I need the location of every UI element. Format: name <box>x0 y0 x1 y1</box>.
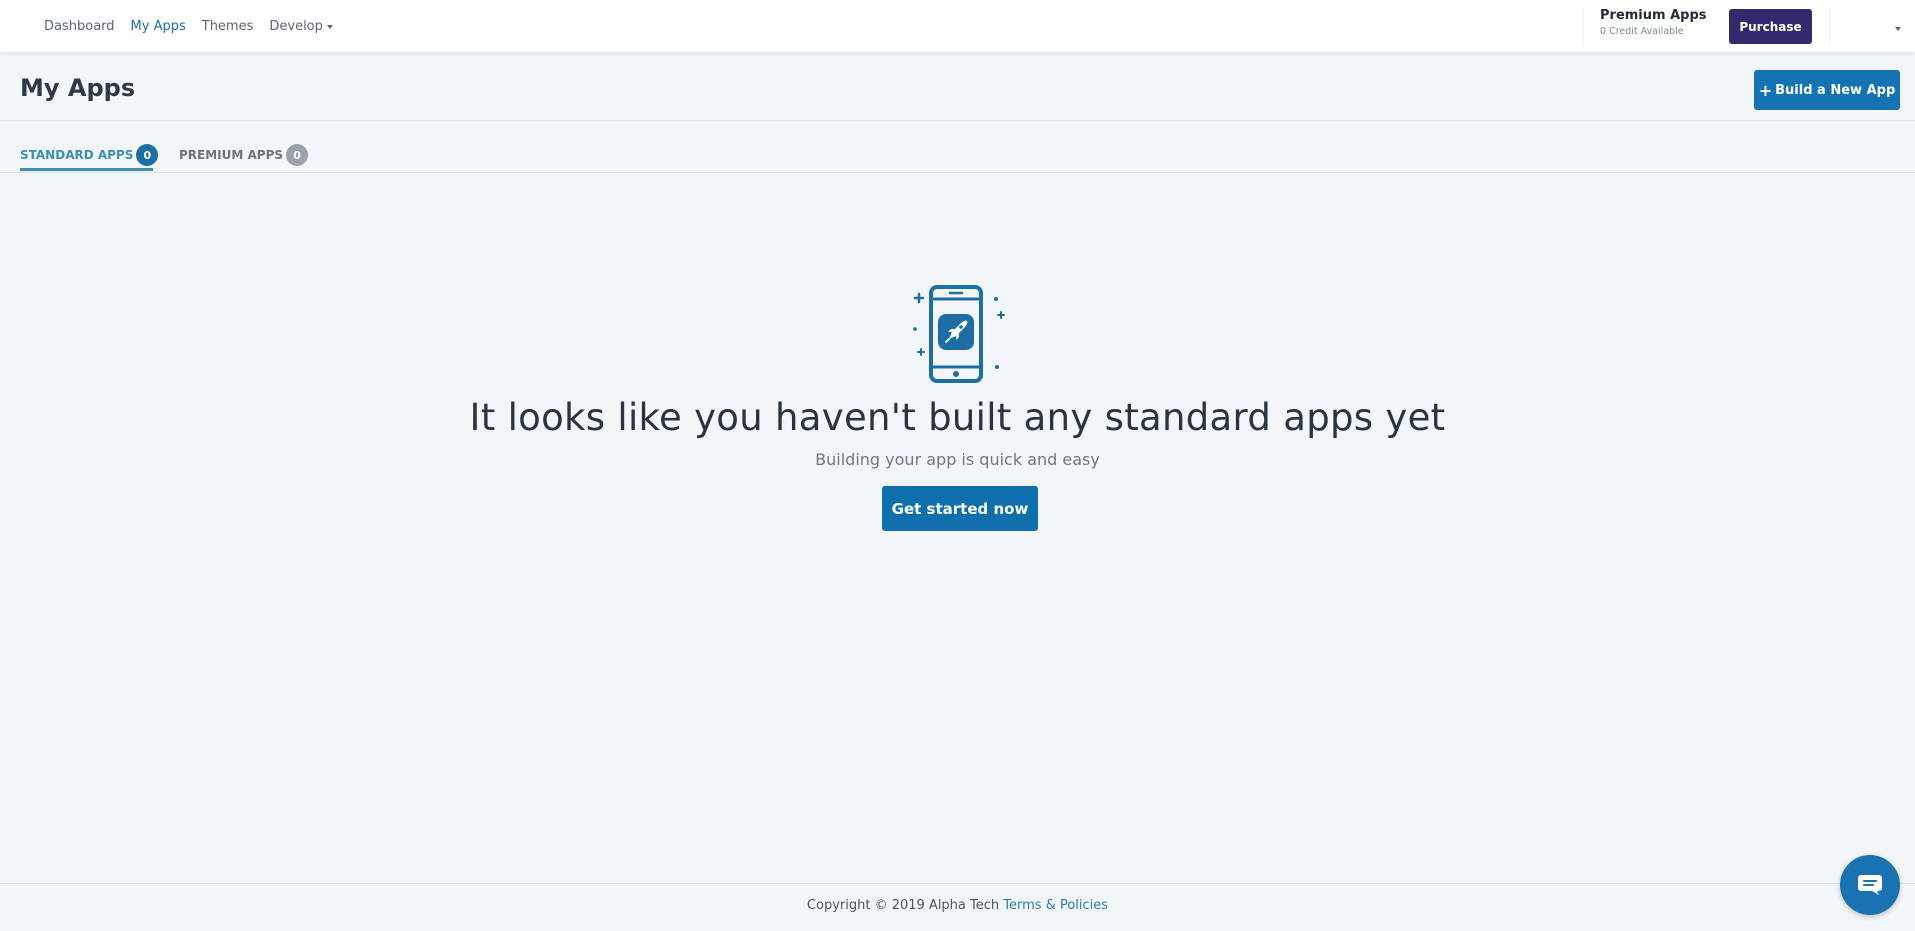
active-tab-indicator <box>20 168 153 171</box>
copyright-text: Copyright © 2019 Alpha Tech <box>806 898 1000 913</box>
tab-premium-apps[interactable]: PREMIUM APPS 0 <box>179 138 309 172</box>
nav-dashboard[interactable]: Dashboard <box>44 19 115 34</box>
chat-button[interactable] <box>1840 855 1900 915</box>
user-menu-chevron-icon <box>1895 27 1901 31</box>
chevron-down-icon <box>326 24 333 29</box>
nav-themes[interactable]: Themes <box>202 19 254 34</box>
premium-apps-title: Premium Apps <box>1600 8 1707 23</box>
tabs-divider <box>0 172 1915 173</box>
page-title: My Apps <box>20 74 136 102</box>
chat-icon <box>1858 875 1882 895</box>
empty-state-subline: Building your app is quick and easy <box>815 450 1100 469</box>
empty-state-headline: It looks like you haven't built any stan… <box>469 396 1446 439</box>
tab-premium-apps-count: 0 <box>286 144 309 166</box>
nav-develop-label: Develop <box>269 19 323 34</box>
phone-rocket-icon <box>913 285 1005 383</box>
footer: Copyright © 2019 Alpha Tech Terms & Poli… <box>0 898 1915 913</box>
purchase-button[interactable]: Purchase <box>1729 9 1812 44</box>
credit-available: 0 Credit Available <box>1600 26 1684 37</box>
footer-divider <box>0 883 1915 884</box>
tab-premium-apps-label: PREMIUM APPS <box>179 148 284 162</box>
build-new-app-button[interactable]: + Build a New App <box>1754 70 1900 110</box>
terms-policies-link[interactable]: Terms & Policies <box>1003 898 1108 913</box>
tab-standard-apps-count: 0 <box>136 144 159 166</box>
tab-standard-apps[interactable]: STANDARD APPS 0 <box>20 138 159 172</box>
plus-icon: + <box>1758 80 1773 100</box>
main-nav: Dashboard My Apps Themes Develop <box>44 0 349 53</box>
get-started-button[interactable]: Get started now <box>882 486 1038 531</box>
top-navbar: Dashboard My Apps Themes Develop Premium… <box>0 0 1915 53</box>
tab-standard-apps-label: STANDARD APPS <box>20 148 134 162</box>
build-new-app-label: Build a New App <box>1775 82 1896 98</box>
nav-develop[interactable]: Develop <box>269 19 333 34</box>
header-divider <box>0 120 1915 121</box>
user-menu[interactable] <box>1829 8 1915 46</box>
nav-my-apps[interactable]: My Apps <box>131 19 186 34</box>
premium-credits: Premium Apps 0 Credit Available <box>1583 8 1728 46</box>
